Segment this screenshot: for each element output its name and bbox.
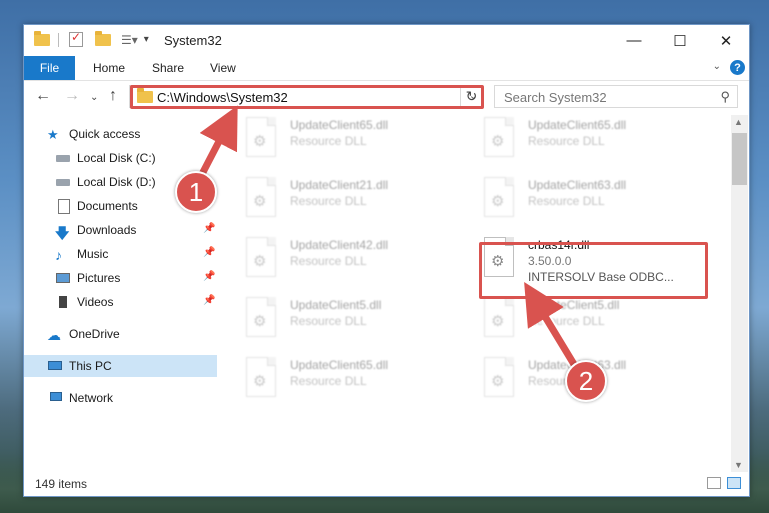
arrow-1: [196, 105, 238, 182]
arrow-2: [524, 282, 579, 370]
step-2-badge: 2: [565, 360, 607, 402]
annotation-arrows: [194, 105, 581, 372]
step-1-badge: 1: [175, 171, 217, 213]
